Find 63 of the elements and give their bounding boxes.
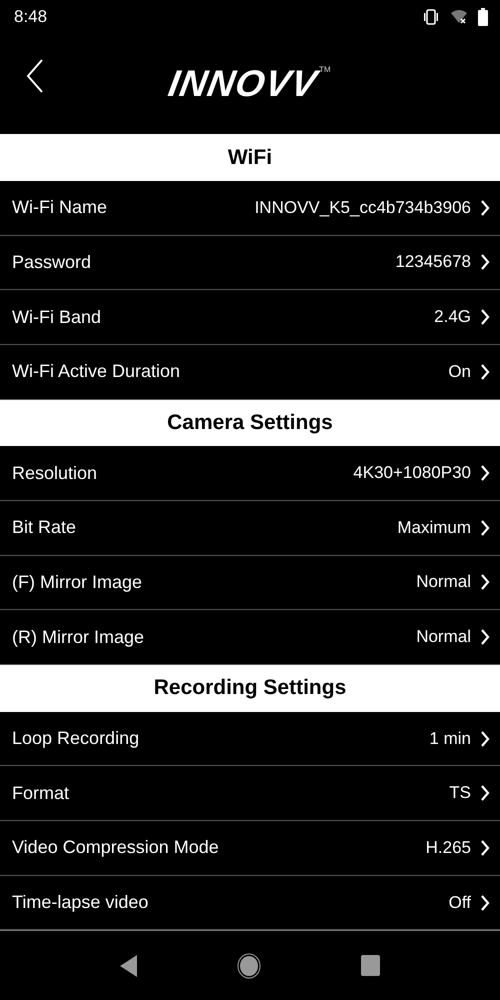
setting-value: 12345678 [395, 252, 471, 272]
settings-row[interactable]: Format TS [0, 766, 500, 822]
chevron-right-icon [480, 200, 490, 216]
settings-row[interactable]: Password 12345678 [0, 236, 500, 290]
back-button[interactable] [26, 58, 44, 93]
setting-label: (R) Mirror Image [12, 626, 144, 648]
home-button[interactable] [237, 952, 262, 979]
setting-value: Normal [416, 627, 471, 648]
clock-time: 8:48 [14, 7, 48, 28]
settings-row[interactable]: (F) Mirror Image Normal [0, 556, 500, 610]
setting-value: On [448, 362, 471, 382]
chevron-right-icon [480, 520, 490, 536]
chevron-right-icon [480, 629, 490, 646]
chevron-right-icon [480, 785, 490, 802]
chevron-right-icon [480, 730, 490, 747]
chevron-right-icon [480, 465, 490, 482]
setting-label: (F) Mirror Image [12, 572, 142, 593]
settings-row[interactable]: Bit Rate Maximum [0, 500, 500, 556]
chevron-right-icon [480, 364, 490, 380]
section-header: WiFi [0, 134, 500, 181]
setting-value: 1 min [429, 728, 471, 749]
setting-value: H.265 [426, 838, 471, 858]
setting-label: Wi-Fi Name [12, 197, 107, 218]
setting-value: INNOVV_K5_cc4b734b3906 [254, 198, 471, 218]
home-circle-icon [237, 952, 262, 979]
settings-row[interactable]: Time-lapse video Off [0, 876, 500, 930]
vibrate-icon [422, 9, 440, 26]
section-header: Recording Settings [0, 664, 500, 712]
setting-label: Bit Rate [12, 517, 76, 538]
setting-value: Maximum [397, 518, 471, 538]
chevron-right-icon [480, 254, 490, 270]
setting-label: Wi-Fi Band [12, 306, 102, 328]
settings-row[interactable]: Resolution 4K30+1080P30 [0, 446, 500, 501]
chevron-right-icon [480, 574, 490, 590]
setting-label: Format [12, 782, 70, 804]
recents-button[interactable] [361, 955, 380, 976]
setting-value: Normal [416, 572, 471, 592]
setting-value: TS [449, 783, 471, 804]
setting-label: Wi-Fi Active Duration [12, 361, 180, 382]
setting-value: 4K30+1080P30 [353, 463, 471, 484]
setting-label: Loop Recording [12, 728, 140, 750]
setting-label: Time-lapse video [12, 892, 148, 914]
chevron-right-icon [480, 309, 490, 326]
battery-icon [478, 8, 488, 26]
logo-text: INNOVV [166, 63, 321, 106]
wifi-off-icon [450, 9, 468, 26]
settings-row[interactable]: Wi-Fi Name INNOVV_K5_cc4b734b3906 [0, 180, 500, 236]
square-icon [361, 955, 380, 976]
setting-value: Off [448, 892, 471, 913]
setting-label: Video Compression Mode [12, 837, 219, 858]
back-icon [26, 58, 44, 93]
back-triangle-icon [120, 954, 138, 977]
setting-value: 2.4G [434, 307, 471, 328]
settings-row[interactable]: Wi-Fi Band 2.4G [0, 290, 500, 345]
setting-label: Password [12, 252, 92, 273]
nav-back-button[interactable] [120, 954, 138, 977]
chevron-right-icon [480, 840, 490, 856]
setting-label: Resolution [12, 462, 98, 484]
trademark-text: TM [319, 65, 331, 74]
settings-row[interactable]: Loop Recording 1 min [0, 712, 500, 766]
chevron-right-icon [480, 894, 490, 911]
section-header: Camera Settings [0, 400, 500, 446]
settings-row[interactable]: Video Compression Mode H.265 [0, 821, 500, 876]
